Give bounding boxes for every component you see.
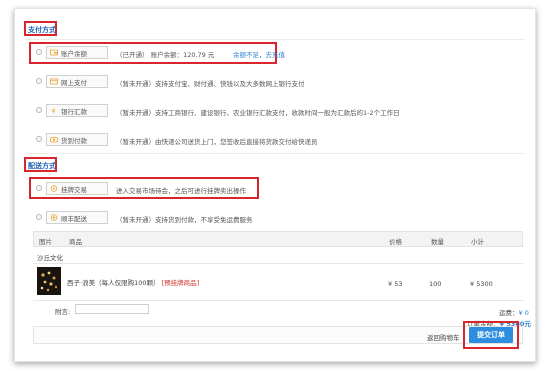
- payment-cod-desc: （暂未开通）由快递公司送货上门，您签收后直接将货款交付给快递员: [116, 138, 318, 146]
- truck-icon: [50, 214, 58, 221]
- divider: [25, 153, 525, 154]
- payment-option-label: 账户余额: [61, 49, 87, 58]
- tag-icon: [50, 185, 58, 192]
- product-name-text: 西子·浪美（每人仅限购100颗）: [67, 279, 160, 287]
- submit-order-button[interactable]: 提交订单: [469, 327, 513, 343]
- col-price: 价格: [389, 238, 402, 246]
- col-product: 商品: [69, 238, 82, 246]
- back-to-cart-link[interactable]: 返回购物车: [427, 332, 460, 342]
- delivery-option-listing[interactable]: 挂牌交易: [46, 182, 108, 195]
- payment-option-label: 货到付款: [61, 136, 87, 145]
- payment-radio-bank[interactable]: [36, 107, 42, 113]
- divider: [33, 263, 523, 264]
- payment-balance-desc: （已开通） 账户余额：120.79 元: [116, 51, 215, 59]
- payment-bank-desc: （暂未开通）支持工商银行、建设银行、农业银行汇款支付，收款时间一般为汇款后的1-…: [116, 109, 400, 117]
- shop-name: 沙丘文化: [37, 254, 63, 262]
- col-qty: 数量: [431, 238, 444, 246]
- delivery-option-label: 挂牌交易: [61, 185, 87, 194]
- payment-radio-cod[interactable]: [36, 136, 42, 142]
- product-table-header: 图片 商品 价格 数量 小计: [33, 231, 523, 247]
- payment-option-balance[interactable]: 账户余额: [46, 46, 108, 59]
- col-subtotal: 小计: [471, 238, 484, 246]
- product-name[interactable]: 西子·浪美（每人仅限购100颗） [预挂牌商品]: [67, 277, 199, 287]
- wallet-icon: [50, 49, 58, 56]
- delivery-section-title: 配送方式: [28, 162, 56, 170]
- payment-radio-online[interactable]: [36, 78, 42, 84]
- payment-option-label: 网上支付: [61, 78, 87, 87]
- product-price: ¥ 53: [388, 280, 403, 288]
- remark-label: 附言:: [55, 308, 71, 316]
- delivery-listing-desc: 进入交易市场待会，之后可进行挂牌卖出操作: [116, 187, 246, 195]
- payment-online-desc: （暂未开通）支持支付宝、财付通、快钱以及大多数网上银行支付: [116, 80, 305, 88]
- svg-text:¥: ¥: [52, 107, 56, 114]
- payment-option-label: 银行汇款: [61, 107, 87, 116]
- card-icon: [50, 78, 58, 85]
- product-qty: 100: [429, 280, 442, 288]
- shipping-value: ¥ 0: [518, 309, 529, 317]
- shipping-fee: 运费：¥ 0: [499, 307, 529, 317]
- shipping-label: 运费：: [499, 309, 519, 317]
- payment-option-bank[interactable]: ¥ 银行汇款: [46, 104, 108, 117]
- recharge-link[interactable]: 余额不足，去充值: [233, 49, 285, 59]
- product-image-icon: [40, 271, 58, 292]
- delivery-radio-sf[interactable]: [36, 214, 42, 220]
- payment-option-cod[interactable]: 货到付款: [46, 133, 108, 146]
- delivery-radio-listing[interactable]: [36, 185, 42, 191]
- delivery-sf-desc: （暂未开通）支持货到付款，不享受免运费服务: [116, 216, 253, 224]
- payment-radio-balance[interactable]: [36, 49, 42, 55]
- remark-input[interactable]: [75, 304, 149, 314]
- product-tag: [预挂牌商品]: [161, 279, 200, 287]
- col-image: 图片: [39, 238, 52, 246]
- delivery-option-sf[interactable]: 顺丰配送: [46, 211, 108, 224]
- checkout-panel: 支付方式 账户余额 （已开通） 账户余额：120.79 元 余额不足，去充值 网…: [14, 8, 536, 362]
- delivery-option-label: 顺丰配送: [61, 214, 87, 223]
- divider: [33, 300, 523, 301]
- payment-section-title: 支付方式: [28, 26, 56, 34]
- payment-option-online[interactable]: 网上支付: [46, 75, 108, 88]
- cash-icon: [50, 136, 58, 143]
- divider: [25, 39, 525, 40]
- yen-icon: ¥: [50, 107, 58, 114]
- product-subtotal: ¥ 5300: [470, 280, 493, 288]
- product-thumbnail[interactable]: [37, 267, 61, 295]
